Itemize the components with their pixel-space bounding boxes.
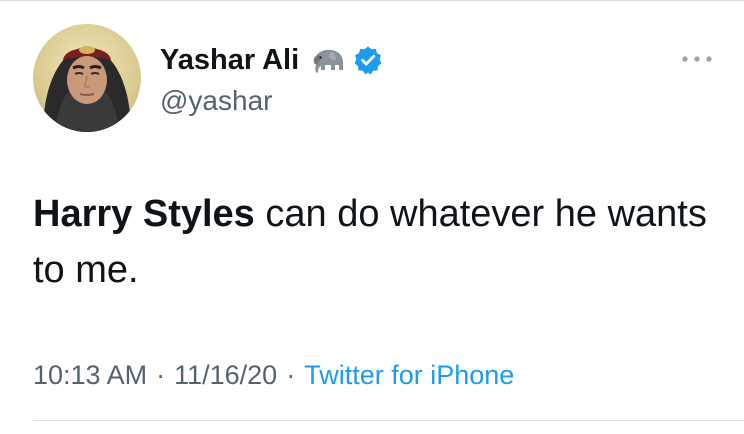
more-options-icon[interactable] (680, 51, 714, 67)
tweet-date[interactable]: 11/16/20 (174, 360, 277, 390)
meta-separator: · (156, 360, 166, 390)
bottom-divider (33, 420, 744, 421)
tweet-text-bold: Harry Styles (33, 193, 255, 235)
author-name-row: Yashar Ali (160, 42, 383, 78)
tweet-source-link[interactable]: Twitter for iPhone (304, 360, 514, 390)
meta-separator: · (286, 360, 296, 390)
avatar[interactable] (33, 24, 141, 132)
tweet-time[interactable]: 10:13 AM (33, 360, 147, 390)
tweet-meta-row: 10:13 AM · 11/16/20 · Twitter for iPhone (33, 355, 514, 395)
elephant-emoji-icon (309, 45, 347, 75)
tweet-text: Harry Styles can do whatever he wants to… (33, 186, 723, 298)
author-display-name[interactable]: Yashar Ali (160, 42, 299, 78)
verified-badge-icon (353, 45, 383, 75)
avatar-image (33, 24, 141, 132)
author-handle[interactable]: @yashar (160, 84, 272, 118)
tweet: Yashar Ali @yashar Harry Styles can do w… (0, 0, 744, 434)
